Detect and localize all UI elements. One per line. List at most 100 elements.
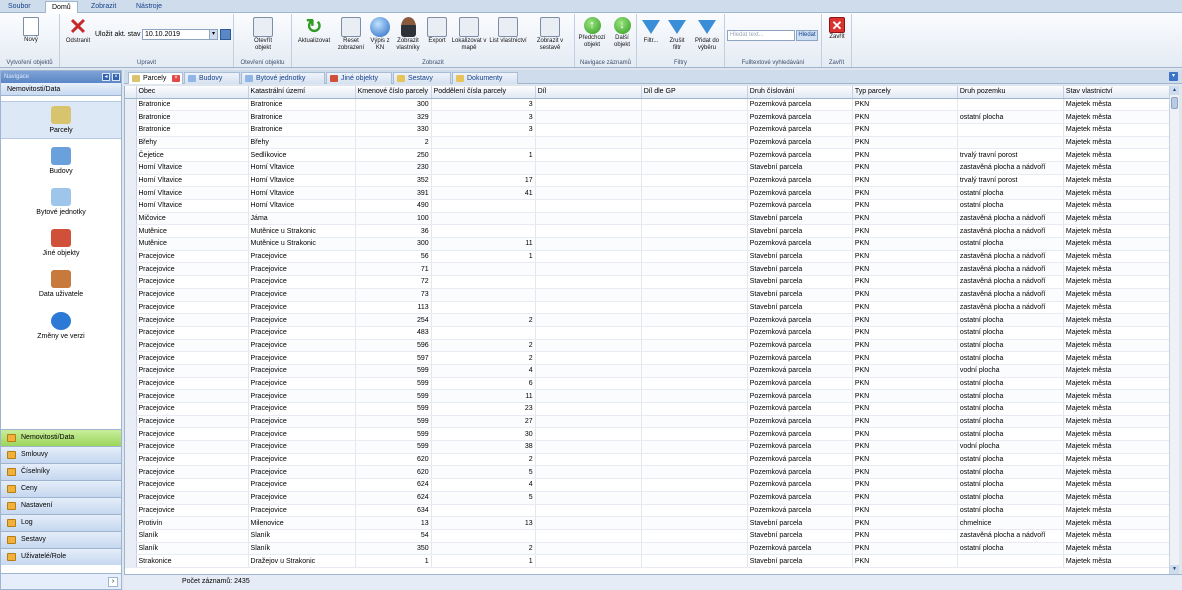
table-row[interactable]: Břehy Břehy 2 Pozemková parcela PKN Majetek m…: [125, 136, 1169, 150]
nav-item-jine-objekty[interactable]: Jiné objekty: [1, 229, 121, 259]
export-button[interactable]: Export: [425, 17, 449, 45]
column-header[interactable]: Katastrální území: [248, 86, 356, 99]
table-row[interactable]: Pracejovice Pracejovice 113 Stavební parcel…: [125, 301, 1169, 315]
chevron-down-icon[interactable]: ▾: [1169, 72, 1178, 81]
row-selector[interactable]: [125, 199, 137, 213]
column-header[interactable]: Díl: [535, 86, 642, 99]
row-selector[interactable]: [125, 377, 137, 391]
row-selector[interactable]: [125, 326, 137, 340]
close-tab-icon[interactable]: ×: [172, 75, 180, 82]
previous-object-button[interactable]: ↑ Předchozí objekt: [577, 17, 607, 49]
row-selector[interactable]: [125, 351, 137, 365]
table-row[interactable]: Horní Vltavice Horní Vltavice 391 41 Pozemko…: [125, 186, 1169, 200]
kn-extract-button[interactable]: Výpis z KN: [369, 17, 391, 52]
search-button[interactable]: Hledat: [796, 30, 818, 41]
row-selector[interactable]: [125, 186, 137, 200]
add-to-selection-button[interactable]: Přidat do výběru: [691, 17, 723, 52]
tab-budovy[interactable]: Budovy: [184, 72, 240, 84]
pin-icon[interactable]: ◂: [102, 73, 110, 81]
new-button[interactable]: Nový: [18, 17, 44, 44]
row-selector[interactable]: [125, 554, 137, 568]
locate-in-map-button[interactable]: Lokalizovat v mapě: [451, 17, 487, 52]
tab-bytove-jednotky[interactable]: Bytové jednotky: [241, 72, 325, 84]
table-row[interactable]: Mičovice Jáma 100 Stavební parcela PKN zastav…: [125, 212, 1169, 226]
row-selector[interactable]: [125, 301, 137, 315]
fulltext-search-input[interactable]: Hledat text...: [727, 30, 795, 41]
row-selector[interactable]: [125, 529, 137, 543]
table-row[interactable]: Pracejovice Pracejovice 620 5 Pozemková parc…: [125, 465, 1169, 480]
table-row[interactable]: Horní Vltavice Horní Vltavice 230 Stavební …: [125, 161, 1169, 175]
row-selector[interactable]: [125, 161, 137, 175]
nav-item-zmeny-ve-verzi[interactable]: Změny ve verzi: [1, 312, 121, 342]
table-row[interactable]: Bratronice Bratronice 330 3 Pozemková parcel…: [125, 123, 1169, 137]
section-nemovitosti-data[interactable]: Nemovitosti/Data: [1, 429, 121, 446]
row-selector[interactable]: [125, 440, 137, 454]
table-row[interactable]: Pracejovice Pracejovice 624 4 Pozemková parc…: [125, 478, 1169, 492]
row-selector[interactable]: [125, 504, 137, 518]
open-object-button[interactable]: Otevřít objekt: [248, 17, 278, 52]
section-log[interactable]: Log: [1, 514, 121, 531]
section-uzivatele-role[interactable]: Uživatelé/Role: [1, 548, 121, 565]
filter-button[interactable]: Filtr...: [639, 17, 663, 45]
scroll-up-icon[interactable]: ▲: [1170, 86, 1179, 95]
refresh-button[interactable]: ↻ Aktualizovat: [295, 17, 333, 45]
section-sestavy[interactable]: Sestavy: [1, 531, 121, 548]
row-selector[interactable]: [125, 465, 137, 480]
table-row[interactable]: Pracejovice Pracejovice 599 6 Pozemková parc…: [125, 377, 1169, 391]
column-header[interactable]: Díl dle GP: [641, 86, 748, 99]
row-selector[interactable]: [125, 427, 137, 442]
reset-view-button[interactable]: Reset zobrazení: [335, 17, 367, 52]
table-row[interactable]: Bratronice Bratronice 300 3 Pozemková parcel…: [125, 98, 1169, 112]
column-header[interactable]: Typ parcely: [852, 86, 958, 99]
table-row[interactable]: Slaník Slaník 54 Stavební parcela PKN zastavě…: [125, 529, 1169, 543]
date-dropdown-button[interactable]: ▾: [209, 29, 218, 40]
scroll-down-icon[interactable]: ▼: [1170, 565, 1179, 574]
table-row[interactable]: Pracejovice Pracejovice 71 Stavební parcela…: [125, 262, 1169, 277]
row-selector[interactable]: [125, 478, 137, 492]
save-state-button[interactable]: [220, 29, 231, 40]
section-ceny[interactable]: Ceny: [1, 480, 121, 497]
table-row[interactable]: Horní Vltavice Horní Vltavice 490 Pozemková…: [125, 199, 1169, 213]
table-row[interactable]: Bratronice Bratronice 329 3 Pozemková parcel…: [125, 110, 1169, 124]
table-row[interactable]: Horní Vltavice Horní Vltavice 352 17 Pozemko…: [125, 174, 1169, 188]
row-selector[interactable]: [125, 148, 137, 162]
tab-jine-objekty[interactable]: Jiné objekty: [326, 72, 392, 84]
tab-parcely[interactable]: Parcely ×: [128, 72, 183, 84]
row-selector[interactable]: [125, 389, 137, 403]
table-row[interactable]: Pracejovice Pracejovice 620 2 Pozemková parc…: [125, 453, 1169, 467]
section-smlouvy[interactable]: Smlouvy: [1, 446, 121, 463]
row-selector[interactable]: [125, 136, 137, 150]
table-row[interactable]: Pracejovice Pracejovice 254 2 Pozemková parc…: [125, 313, 1169, 327]
row-selector[interactable]: [125, 402, 137, 416]
row-selector[interactable]: [125, 174, 137, 188]
close-button[interactable]: ✕ Zavřít: [825, 17, 849, 41]
row-selector[interactable]: [125, 123, 137, 137]
table-row[interactable]: Pracejovice Pracejovice 56 1 Stavební parcel…: [125, 250, 1169, 264]
row-selector[interactable]: [125, 453, 137, 467]
table-row[interactable]: Mutěnice Mutěnice u Strakonic 36 Stavební p…: [125, 224, 1169, 239]
row-selector[interactable]: [125, 110, 137, 124]
nav-item-data-uzivatele[interactable]: Data uživatele: [1, 270, 121, 300]
close-panel-icon[interactable]: ×: [112, 73, 120, 81]
row-selector[interactable]: [125, 275, 137, 289]
tab-sestavy[interactable]: Sestavy: [393, 72, 451, 84]
column-header[interactable]: Druh pozemku: [957, 86, 1064, 99]
row-selector[interactable]: [125, 212, 137, 226]
table-row[interactable]: Mutěnice Mutěnice u Strakonic 300 11 Pozemko…: [125, 237, 1169, 251]
table-row[interactable]: Pracejovice Pracejovice 599 4 Pozemková parc…: [125, 364, 1169, 378]
row-selector[interactable]: [125, 224, 137, 239]
show-owners-button[interactable]: Zobrazit vlastníky: [393, 17, 423, 52]
menu-tab-tools[interactable]: Nástroje: [130, 1, 168, 13]
row-selector[interactable]: [125, 313, 137, 327]
cancel-filter-button[interactable]: Zrušit filtr: [665, 17, 689, 52]
table-row[interactable]: Pracejovice Pracejovice 599 23 Pozemková par…: [125, 402, 1169, 416]
table-row[interactable]: Protivín Milenovice 13 13 Stavební parcela PK…: [125, 516, 1169, 530]
row-selector[interactable]: [125, 339, 137, 353]
menu-tab-view[interactable]: Zobrazit: [85, 1, 122, 13]
table-row[interactable]: Pracejovice Pracejovice 599 30 Pozemková par…: [125, 427, 1169, 442]
remove-button[interactable]: ✕ Odstranit: [62, 16, 94, 45]
section-ciselniky[interactable]: Číselníky: [1, 463, 121, 480]
table-row[interactable]: Strakonice Dražejov u Strakonic 1 1 Stavební…: [125, 554, 1169, 568]
table-row[interactable]: Čejetice Sedlíkovice 250 1 Pozemková parcela…: [125, 148, 1169, 162]
row-selector[interactable]: [125, 250, 137, 264]
